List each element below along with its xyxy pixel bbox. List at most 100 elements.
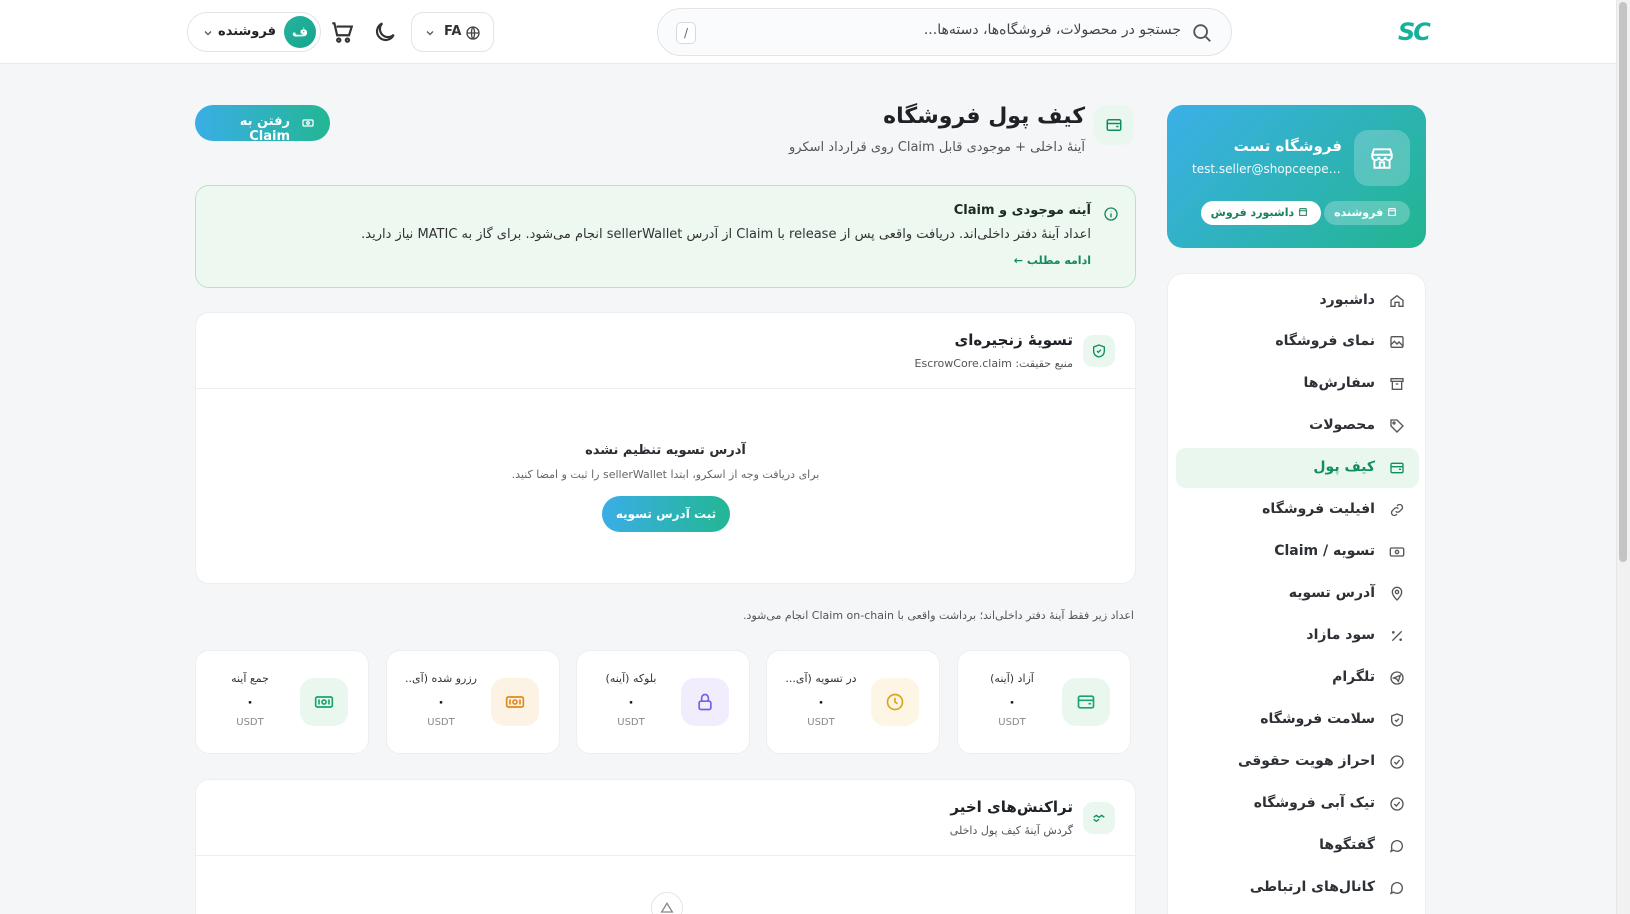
check-circle-icon <box>1390 755 1404 769</box>
stat-card-free: آزاد (آینه) ۰ USDT <box>957 650 1131 754</box>
stat-label: جمع آینه <box>231 672 269 685</box>
stat-unit: USDT <box>236 717 264 728</box>
stat-label: آزاد (آینه) <box>990 672 1034 685</box>
stat-value: ۰ <box>626 694 636 710</box>
chat-icon <box>1389 840 1403 853</box>
home-icon <box>1390 294 1404 307</box>
sidebar-item-blue-tick[interactable]: تیک آبی فروشگاه <box>1176 784 1419 824</box>
sidebar-item-channels[interactable]: کانال‌های ارتباطی <box>1176 868 1419 908</box>
chevron-down-icon <box>204 31 212 36</box>
message-icon <box>1389 882 1403 895</box>
role-badge-label: فروشنده <box>1334 206 1384 219</box>
badge-check-icon <box>1390 797 1404 811</box>
stat-card-settling: در تسویه (آی... ۰ USDT <box>766 650 940 754</box>
stat-value: ۰ <box>436 694 446 710</box>
transfer-icon <box>1093 814 1105 823</box>
wallet-icon <box>1390 462 1404 474</box>
transfer-icon-wrap <box>1083 802 1115 834</box>
sidebar-item-label: کیف پول <box>1313 459 1375 475</box>
search-icon <box>1193 24 1211 42</box>
language-selector[interactable]: FA <box>411 12 494 52</box>
section-title: تراکنش‌های اخیر <box>950 798 1073 816</box>
sidebar-item-label: افیلیت فروشگاه <box>1262 501 1375 517</box>
link-icon <box>1390 503 1404 517</box>
sidebar-item-affiliate[interactable]: افیلیت فروشگاه <box>1176 490 1419 530</box>
avatar: ف <box>284 16 316 48</box>
divider <box>196 855 1135 856</box>
cart-icon[interactable] <box>329 19 355 45</box>
shield-icon <box>1093 344 1105 358</box>
archive-icon <box>1390 378 1404 390</box>
stat-card-blocked: بلوکه (آینه) ۰ USDT <box>576 650 750 754</box>
store-name: فروشگاه تست <box>1233 137 1342 155</box>
tag-icon <box>1390 419 1404 433</box>
sidebar-item-claim[interactable]: تسویه / Claim <box>1176 532 1419 572</box>
sidebar-item-label: گفتگوها <box>1319 837 1375 853</box>
scrollbar-thumb[interactable] <box>1619 2 1627 562</box>
sidebar-nav: داشبورد نمای فروشگاه سفارش‌ها محصولات کی… <box>1167 273 1426 914</box>
page-title: کیف پول فروشگاه <box>883 104 1085 129</box>
sidebar-item-storefront[interactable]: نمای فروشگاه <box>1176 322 1419 362</box>
section-subtitle: منبع حقیقت: EscrowCore.claim <box>914 357 1073 370</box>
stat-icon-wrap <box>681 678 729 726</box>
store-profile-card: فروشگاه تست test.seller@shopceeper.l... … <box>1167 105 1426 248</box>
empty-state-subtitle: برای دریافت وجه از اسکرو، ابتدا sellerWa… <box>511 468 820 481</box>
stat-value: ۰ <box>245 694 255 710</box>
sidebar-item-label: سلامت فروشگاه <box>1260 711 1375 727</box>
stat-unit: USDT <box>617 717 645 728</box>
language-code: FA <box>444 24 462 39</box>
sales-dashboard-button[interactable]: داشبورد فروش <box>1200 201 1321 225</box>
sidebar-item-label: محصولات <box>1309 417 1375 433</box>
settlement-card: تسویهٔ زنجیره‌ای منبع حقیقت: EscrowCore.… <box>195 312 1136 584</box>
app-logo[interactable]: SC <box>1398 18 1434 46</box>
user-menu[interactable]: ف فروشنده <box>187 12 321 52</box>
sidebar-item-wallet[interactable]: کیف پول <box>1176 448 1419 488</box>
sidebar-item-products[interactable]: محصولات <box>1176 406 1419 446</box>
loading-icon <box>651 892 683 914</box>
stat-unit: USDT <box>807 717 835 728</box>
shield-icon <box>1391 713 1403 727</box>
sidebar-item-label: سفارش‌ها <box>1303 375 1375 391</box>
wallet-header-icon <box>1094 105 1134 145</box>
search-input[interactable]: جستجو در محصولات، فروشگاه‌ها، دسته‌ها...… <box>657 8 1232 56</box>
stat-icon-wrap <box>491 678 539 726</box>
info-notice: آینه موجودی و Claim اعداد آینهٔ دفتر داخ… <box>195 185 1136 288</box>
sidebar-item-surplus-profit[interactable]: سود مازاد <box>1176 616 1419 656</box>
sidebar-item-label: تسویه / Claim <box>1274 543 1375 559</box>
lock-icon <box>698 693 712 711</box>
stat-value: ۰ <box>816 694 826 710</box>
clock-icon <box>886 693 904 711</box>
sidebar-item-chats[interactable]: گفتگوها <box>1176 826 1419 866</box>
sidebar-item-label: تلگرام <box>1332 669 1375 685</box>
sidebar-item-orders[interactable]: سفارش‌ها <box>1176 364 1419 404</box>
sidebar-item-telegram[interactable]: تلگرام <box>1176 658 1419 698</box>
set-settlement-address-button[interactable]: ثبت آدرس تسویه <box>602 496 730 532</box>
sidebar-item-label: آدرس تسویه <box>1288 585 1375 601</box>
telegram-icon <box>1390 671 1404 685</box>
notice-title: آینه موجودی و Claim <box>953 203 1091 218</box>
sidebar-item-legal-kyc[interactable]: احراز هویت حقوقی <box>1176 742 1419 782</box>
stat-label: رزرو شده (آی... <box>405 672 477 685</box>
read-more-link[interactable]: ادامه مطلب ← <box>1014 254 1091 267</box>
section-title: تسویهٔ زنجیره‌ای <box>954 331 1073 349</box>
moon-icon[interactable] <box>372 19 398 45</box>
stat-unit: USDT <box>427 717 455 728</box>
divider <box>196 388 1135 389</box>
wallet-icon <box>1106 119 1122 131</box>
scrollbar[interactable] <box>1616 0 1630 914</box>
sidebar-item-dashboard[interactable]: داشبورد <box>1176 281 1419 321</box>
empty-state-title: آدرس تسویه تنظیم نشده <box>585 443 746 458</box>
store-icon <box>1354 130 1410 186</box>
shield-icon-wrap <box>1083 335 1115 367</box>
store-icon <box>1387 208 1397 216</box>
section-subtitle: گردش آینهٔ کیف پول داخلی <box>949 824 1073 837</box>
info-icon <box>1104 207 1118 221</box>
sidebar-item-settlement-address[interactable]: آدرس تسویه <box>1176 574 1419 614</box>
sales-dashboard-label: داشبورد فروش <box>1210 206 1295 219</box>
sidebar-item-label: سود مازاد <box>1306 627 1375 643</box>
stat-value: ۰ <box>1007 694 1017 710</box>
sidebar-item-label: تیک آبی فروشگاه <box>1253 795 1375 811</box>
go-to-claim-button[interactable]: رفتن به Claim <box>195 105 330 144</box>
store-icon <box>1298 208 1308 216</box>
sidebar-item-store-health[interactable]: سلامت فروشگاه <box>1176 700 1419 740</box>
